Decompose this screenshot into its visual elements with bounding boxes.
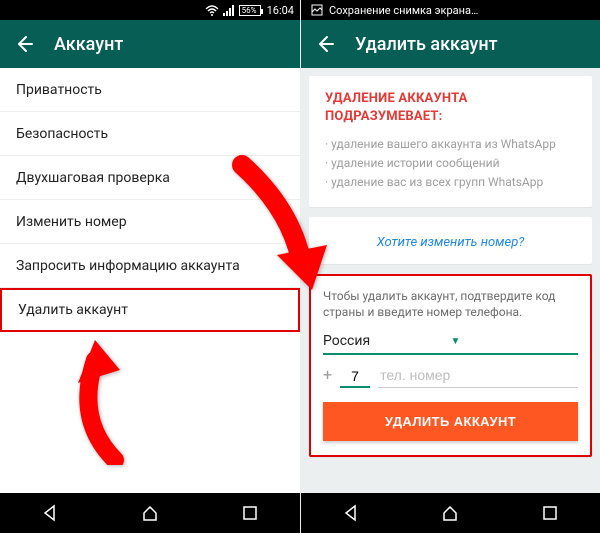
statusbar: Сохранение снимка экрана… [301,0,600,20]
statusbar: 56% 16:04 [0,0,300,20]
back-icon[interactable] [313,32,337,56]
header: Удалить аккаунт [301,20,600,68]
warning-item: удаление вашего аккаунта из WhatsApp [325,135,576,154]
list-item-privacy[interactable]: Приватность [0,68,300,112]
change-number-link[interactable]: Хотите изменить номер? [377,235,525,250]
list-item-two-step[interactable]: Двухшаговая проверка [0,156,300,200]
phone-right: Сохранение снимка экрана… Удалить аккаун… [300,0,600,533]
content-pane: УДАЛЕНИЕ АККАУНТА ПОДРАЗУМЕВАЕТ: удалени… [301,68,600,493]
phone-number-input[interactable] [378,363,578,388]
nav-back-icon[interactable] [39,502,61,524]
screenshot-icon [311,4,323,16]
warning-item: удаление истории сообщений [325,154,576,173]
change-number-card[interactable]: Хотите изменить номер? [309,217,592,264]
screenshot-pair: 56% 16:04 Аккаунт Приватность Безопаснос… [0,0,600,533]
list-item-change-number[interactable]: Изменить номер [0,200,300,244]
header: Аккаунт [0,20,300,68]
delete-intro: Чтобы удалить аккаунт, подтвердите код с… [323,288,578,322]
nav-bar [301,493,600,533]
battery-icon: 56% [239,5,261,16]
plus-sign: + [323,365,332,388]
list-item-request-info[interactable]: Запросить информацию аккаунта [0,244,300,288]
chevron-down-icon: ▼ [451,336,579,347]
delete-account-button[interactable]: УДАЛИТЬ АККАУНТ [323,402,578,441]
list-item-delete-account[interactable]: Удалить аккаунт [0,288,300,332]
country-selector[interactable]: Россия ▼ [323,333,578,355]
signal-icon [223,5,235,16]
nav-recent-icon[interactable] [539,502,561,524]
warning-title: УДАЛЕНИЕ АККАУНТА ПОДРАЗУМЕВАЕТ: [325,90,576,125]
delete-form-card: Чтобы удалить аккаунт, подтвердите код с… [309,274,592,458]
warning-card: УДАЛЕНИЕ АККАУНТА ПОДРАЗУМЕВАЕТ: удалени… [309,76,592,207]
country-code-input[interactable] [340,366,370,388]
back-icon[interactable] [12,32,36,56]
warning-item: удаление вас из всех групп WhatsApp [325,173,576,192]
account-list: Приватность Безопасность Двухшаговая про… [0,68,300,493]
nav-recent-icon[interactable] [239,502,261,524]
wifi-icon [205,5,219,16]
nav-back-icon[interactable] [340,502,362,524]
nav-bar [0,493,300,533]
page-title: Удалить аккаунт [355,34,498,55]
nav-home-icon[interactable] [439,502,461,524]
page-title: Аккаунт [54,34,123,55]
nav-home-icon[interactable] [139,502,161,524]
clock: 16:04 [267,4,294,17]
warning-list: удаление вашего аккаунта из WhatsApp уда… [325,135,576,193]
phone-left: 56% 16:04 Аккаунт Приватность Безопаснос… [0,0,300,533]
list-item-security[interactable]: Безопасность [0,112,300,156]
phone-row: + [323,363,578,388]
status-text: Сохранение снимка экрана… [329,4,478,17]
country-value: Россия [323,333,451,349]
